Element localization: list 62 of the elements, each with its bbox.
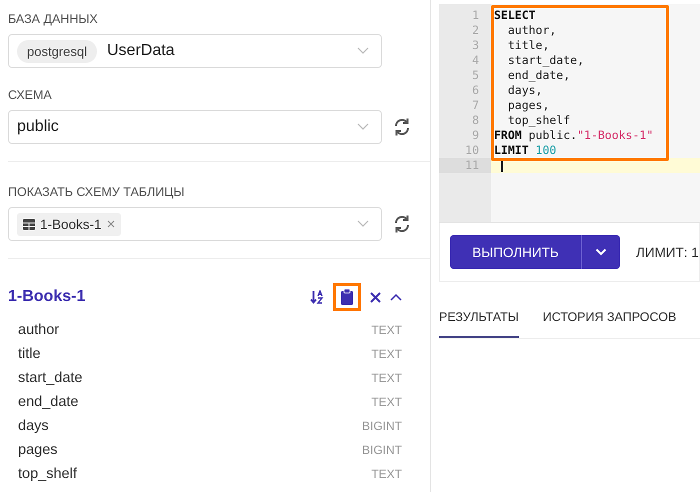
run-button[interactable]: ВЫПОЛНИТЬ bbox=[450, 235, 582, 269]
column-type: TEXT bbox=[371, 323, 402, 337]
refresh-icon[interactable] bbox=[392, 214, 412, 234]
refresh-icon[interactable] bbox=[392, 117, 412, 137]
column-name: title bbox=[18, 346, 41, 362]
chevron-down-icon bbox=[595, 248, 607, 256]
tab[interactable]: РЕЗУЛЬТАТЫ bbox=[439, 302, 519, 338]
column-type: TEXT bbox=[371, 371, 402, 385]
line-number: 9 bbox=[471, 128, 480, 143]
table-icon bbox=[23, 218, 35, 230]
column-name: days bbox=[18, 418, 49, 434]
code-line: author, bbox=[506, 23, 556, 37]
field-label: СХЕМА bbox=[8, 88, 53, 102]
line-number: 4 bbox=[471, 53, 480, 68]
code-line: start_date, bbox=[506, 53, 584, 67]
line-number: 2 bbox=[471, 23, 480, 38]
field-label: ПОКАЗАТЬ СХЕМУ ТАБЛИЦЫ bbox=[8, 185, 186, 199]
column-name: author bbox=[18, 322, 60, 338]
code-line: SELECT bbox=[494, 8, 536, 22]
line-number: 5 bbox=[471, 68, 480, 83]
code-line: title, bbox=[506, 38, 550, 52]
code-line: LIMIT 100 bbox=[494, 143, 556, 157]
column-type: TEXT bbox=[371, 395, 402, 409]
code-line: pages, bbox=[506, 98, 550, 112]
column-name: pages bbox=[18, 442, 58, 458]
code-line: top_shelf bbox=[506, 113, 570, 127]
line-number: 3 bbox=[471, 38, 480, 53]
chevron-up-icon[interactable] bbox=[390, 293, 402, 301]
tag-label: 1-Books-1 bbox=[40, 216, 102, 232]
column-name: start_date bbox=[18, 370, 82, 386]
column-type: BIGINT bbox=[362, 443, 402, 457]
code-line: FROM public."1-Books-1" bbox=[494, 128, 654, 142]
database-select[interactable]: postgresql UserData bbox=[8, 34, 382, 68]
column-name: end_date bbox=[18, 394, 78, 410]
column-type: TEXT bbox=[371, 467, 402, 481]
schema-select[interactable]: public bbox=[8, 110, 382, 144]
select-value: public bbox=[17, 118, 59, 136]
line-number: 6 bbox=[471, 83, 480, 98]
sort-icon[interactable] bbox=[310, 290, 324, 304]
chevron-down-icon bbox=[357, 123, 369, 131]
line-number: 1 bbox=[471, 8, 480, 23]
tab[interactable]: ИСТОРИЯ ЗАПРОСОВ bbox=[542, 302, 676, 338]
chevron-down-icon bbox=[357, 47, 369, 55]
table-select[interactable]: 1-Books-1 bbox=[8, 207, 382, 241]
line-number: 8 bbox=[471, 113, 480, 128]
copy-button[interactable] bbox=[333, 283, 361, 311]
code-line: end_date, bbox=[506, 68, 570, 82]
select-value: UserData bbox=[106, 42, 175, 60]
line-number: 7 bbox=[471, 98, 480, 113]
chevron-down-icon bbox=[357, 220, 369, 228]
clipboard-icon bbox=[341, 289, 353, 305]
close-icon[interactable] bbox=[370, 292, 381, 302]
limit-label: ЛИМИТ: 1 bbox=[636, 244, 699, 260]
column-type: TEXT bbox=[371, 347, 402, 361]
table-name[interactable]: 1-Books-1 bbox=[8, 288, 86, 306]
column-name: top_shelf bbox=[18, 466, 77, 482]
field-label: БАЗА ДАННЫХ bbox=[8, 12, 99, 26]
text-cursor bbox=[500, 159, 503, 172]
column-type: BIGINT bbox=[362, 419, 402, 433]
engine-badge: postgresql bbox=[17, 40, 97, 62]
code-line: days, bbox=[506, 83, 542, 97]
line-number: 10 bbox=[464, 143, 480, 158]
